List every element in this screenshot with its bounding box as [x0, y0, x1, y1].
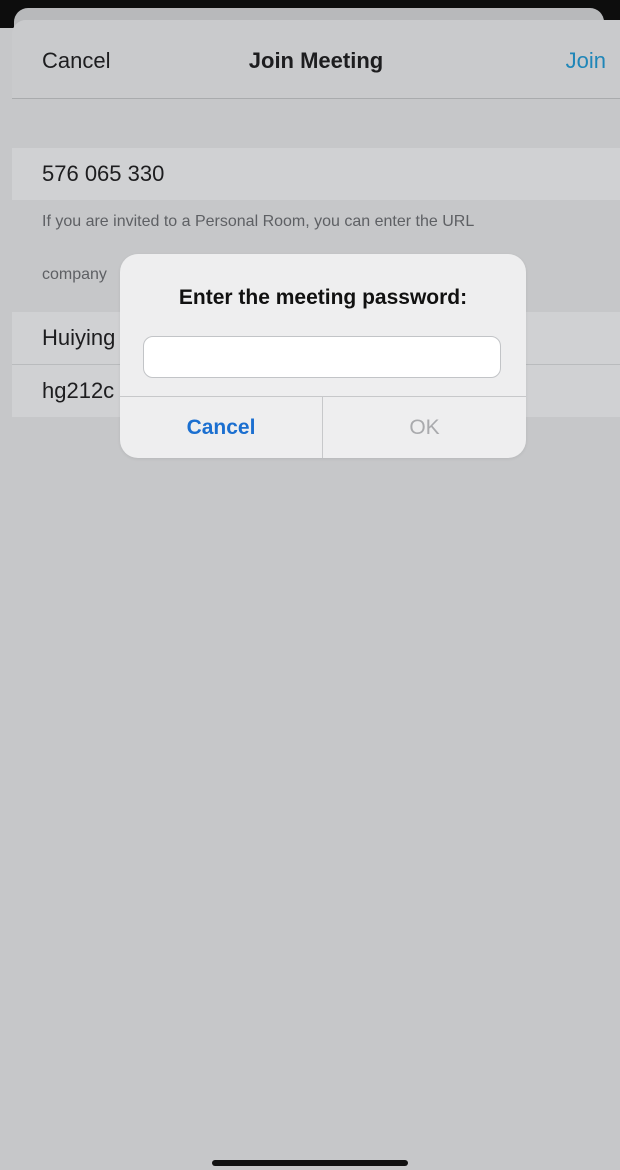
join-button[interactable]: Join: [566, 48, 606, 74]
alert-cancel-button[interactable]: Cancel: [120, 397, 322, 458]
home-indicator[interactable]: [212, 1160, 408, 1166]
personal-room-hint-continued: company: [42, 266, 107, 283]
personal-room-hint: If you are invited to a Personal Room, y…: [42, 213, 475, 230]
meeting-number-value: 576 065 330: [42, 161, 165, 186]
alert-title: Enter the meeting password:: [178, 286, 468, 309]
meeting-number-field[interactable]: 576 065 330: [12, 148, 620, 200]
screen: Cancel Join Meeting Join 576 065 330 If …: [0, 0, 620, 1170]
name-value: Huiying: [42, 325, 116, 350]
alert-ok-button[interactable]: OK: [323, 397, 526, 458]
page-title: Join Meeting: [248, 48, 384, 73]
join-meeting-sheet: Cancel Join Meeting Join 576 065 330 If …: [12, 20, 620, 1170]
password-alert-dialog: Enter the meeting password: Cancel OK: [120, 254, 526, 458]
navigation-bar: Cancel Join Meeting Join: [12, 20, 620, 99]
password-input[interactable]: [143, 336, 501, 378]
email-value: hg212c: [42, 378, 115, 403]
